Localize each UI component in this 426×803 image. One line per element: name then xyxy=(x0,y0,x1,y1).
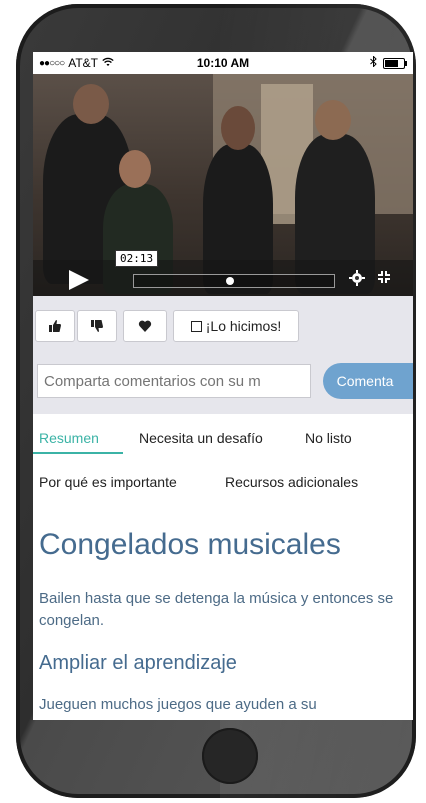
bluetooth-icon xyxy=(370,55,377,70)
like-button[interactable] xyxy=(35,310,75,342)
play-icon[interactable] xyxy=(69,270,89,290)
content-tabs: Resumen Necesita un desafío No listo Por… xyxy=(33,414,413,506)
comment-submit-button[interactable]: Comenta xyxy=(323,363,413,399)
tab-necesita-desafio[interactable]: Necesita un desafío xyxy=(139,430,263,446)
article-description: Bailen hasta que se detenga la música y … xyxy=(39,590,394,629)
article-title: Congelados musicales xyxy=(39,528,341,561)
video-scrubber[interactable] xyxy=(133,274,335,288)
tab-no-listo[interactable]: No listo xyxy=(305,430,352,446)
activity-article: Congelados musicales Bailen hasta que se… xyxy=(33,512,413,720)
battery-icon xyxy=(383,57,407,69)
gear-icon[interactable] xyxy=(349,270,365,286)
heart-icon xyxy=(138,320,152,332)
did-it-button[interactable]: ¡Lo hicimos! xyxy=(173,310,299,342)
video-current-time: 02:13 xyxy=(115,250,159,267)
video-scene-head xyxy=(315,100,351,140)
fullscreen-icon[interactable] xyxy=(377,270,393,286)
video-scene-head xyxy=(73,84,109,124)
comment-input[interactable] xyxy=(37,364,311,398)
tab-recursos-adicionales[interactable]: Recursos adicionales xyxy=(225,474,358,490)
checkbox-icon xyxy=(190,320,202,332)
article-body: Jueguen muchos juegos que ayuden a su xyxy=(39,696,317,713)
phone-screen: ●●○○○ AT&T 10:10 AM 02:13 ¡Lo hicimos! C… xyxy=(33,52,413,720)
active-tab-underline xyxy=(33,452,123,454)
dislike-button[interactable] xyxy=(77,310,117,342)
article-subtitle: Ampliar el aprendizaje xyxy=(39,652,237,674)
status-time: 10:10 AM xyxy=(196,56,250,70)
scrubber-handle[interactable] xyxy=(226,277,235,285)
status-bar: ●●○○○ AT&T 10:10 AM xyxy=(33,52,413,74)
actions-bar: ¡Lo hicimos! Comenta xyxy=(33,296,413,414)
tab-resumen[interactable]: Resumen xyxy=(39,430,99,446)
thumbs-up-icon xyxy=(49,320,61,332)
home-button[interactable] xyxy=(202,728,258,784)
did-it-label: ¡Lo hicimos! xyxy=(205,318,282,334)
video-controls: 02:13 xyxy=(33,250,413,296)
video-player[interactable]: 02:13 xyxy=(33,74,413,296)
favorite-button[interactable] xyxy=(123,310,167,342)
video-scene-head xyxy=(119,150,151,188)
status-right xyxy=(370,55,407,70)
tab-por-que-importante[interactable]: Por qué es importante xyxy=(39,474,177,490)
thumbs-down-icon xyxy=(91,320,103,332)
video-scene-head xyxy=(221,106,255,150)
